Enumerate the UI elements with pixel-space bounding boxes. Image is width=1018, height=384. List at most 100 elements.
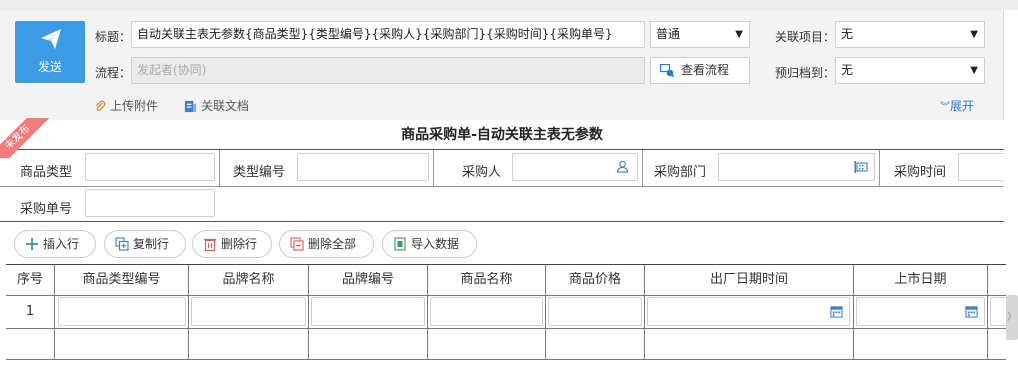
copy-icon <box>115 237 129 251</box>
table-cell-input[interactable] <box>430 297 543 326</box>
side-collapse-handle[interactable]: 〉 <box>1006 295 1018 340</box>
master-fields-row-2: 采购单号 <box>0 187 1004 222</box>
view-flow-label: 查看流程 <box>681 63 730 77</box>
calendar-icon[interactable] <box>830 305 843 318</box>
product-type-input[interactable] <box>85 153 215 181</box>
caret-down-icon: ▼ <box>970 29 978 40</box>
field-divider <box>642 150 643 187</box>
insert-row-button[interactable]: 插入行 <box>14 230 96 258</box>
priority-value: 普通 <box>656 27 681 41</box>
column-header: 品牌名称 <box>222 272 275 287</box>
purchase-dept-input[interactable] <box>718 153 875 181</box>
import-data-button[interactable]: 导入数据 <box>382 230 477 258</box>
trash-icon <box>204 238 216 251</box>
column-divider <box>188 265 189 360</box>
table-cell-input[interactable] <box>191 297 306 326</box>
chevron-right-icon: 〉 <box>1007 312 1017 323</box>
user-picker-icon[interactable] <box>616 160 629 173</box>
archive-value: 无 <box>841 63 854 77</box>
column-header: 上市日期 <box>894 272 947 287</box>
column-divider <box>54 265 55 360</box>
flow-chart-icon <box>660 64 674 77</box>
upload-label: 上传附件 <box>110 99 159 113</box>
table-cell-input[interactable] <box>990 297 1006 326</box>
purchase-no-input[interactable] <box>85 189 215 217</box>
column-divider <box>545 265 546 360</box>
column-divider <box>308 265 309 360</box>
table-cell-input[interactable] <box>311 297 425 326</box>
type-code-input[interactable] <box>297 153 429 181</box>
send-header: 发送 标题： 自动关联主表无参数{商品类型}{类型编号}{采购人}{采购部门}{… <box>0 10 1004 120</box>
purchase-no-label: 采购单号 <box>20 202 73 217</box>
datetime-input[interactable] <box>647 297 850 326</box>
paperclip-icon <box>95 100 106 112</box>
row-index: 1 <box>25 304 35 319</box>
flow-input[interactable]: 发起者(协同) <box>131 57 645 84</box>
import-data-label: 导入数据 <box>411 237 460 251</box>
double-chevron-down-icon: ︾ <box>940 102 950 113</box>
flow-label: 流程： <box>95 66 132 80</box>
archive-label: 预归档到： <box>775 66 836 80</box>
column-header: 出厂日期时间 <box>709 272 788 287</box>
department-picker-icon[interactable] <box>854 160 868 174</box>
expand-toggle[interactable]: ︾展开 <box>940 97 974 114</box>
row-divider <box>6 295 1006 296</box>
plus-icon <box>26 238 38 250</box>
column-header: 商品价格 <box>568 272 621 287</box>
delete-row-button[interactable]: 删除行 <box>192 230 272 258</box>
send-label: 发送 <box>37 60 62 74</box>
send-button[interactable]: 发送 <box>15 21 85 83</box>
field-divider <box>433 150 434 187</box>
document-icon <box>184 100 197 113</box>
caret-down-icon: ▼ <box>970 65 978 76</box>
upload-attachment-link[interactable]: 上传附件 <box>95 97 158 114</box>
purchase-time-input[interactable] <box>958 153 1004 181</box>
purchase-time-label: 采购时间 <box>894 165 947 180</box>
archive-select[interactable]: 无 ▼ <box>835 57 985 84</box>
related-document-link[interactable]: 关联文档 <box>184 97 249 114</box>
column-header: 商品类型编号 <box>82 272 161 287</box>
table-cell-input[interactable] <box>548 297 642 326</box>
column-divider <box>644 265 645 360</box>
field-divider <box>879 150 880 187</box>
form-title: 商品采购单-自动关联主表无参数 <box>0 120 1004 150</box>
master-fields-row-1: 商品类型 类型编号 采购人 采购部门 采购时间 <box>0 150 1004 187</box>
top-strip <box>0 0 1018 10</box>
purchaser-label: 采购人 <box>462 165 502 180</box>
related-project-select[interactable]: 无 ▼ <box>835 21 985 48</box>
column-header: 品牌编号 <box>341 272 394 287</box>
related-doc-label: 关联文档 <box>201 99 250 113</box>
column-header: 序号 <box>16 272 43 287</box>
expand-label: 展开 <box>950 99 975 113</box>
insert-row-label: 插入行 <box>43 237 80 251</box>
title-label: 标题： <box>95 30 132 44</box>
related-project-label: 关联项目： <box>775 30 836 44</box>
product-type-label: 商品类型 <box>20 165 73 180</box>
row-divider <box>6 359 1006 360</box>
import-icon <box>394 237 406 251</box>
table-cell-input[interactable] <box>58 297 186 326</box>
field-divider <box>219 150 220 187</box>
detail-table: 序号 商品类型编号 品牌名称 品牌编号 商品名称 商品价格 出厂日期时间 上市日… <box>6 264 1006 360</box>
type-code-label: 类型编号 <box>233 165 286 180</box>
column-divider <box>853 265 854 360</box>
purchaser-input[interactable] <box>512 153 638 181</box>
copy-row-button[interactable]: 复制行 <box>104 230 186 258</box>
priority-select[interactable]: 普通 ▼ <box>650 21 750 48</box>
delete-all-icon <box>290 237 304 251</box>
caret-down-icon: ▼ <box>735 29 743 40</box>
row-divider <box>6 328 1006 329</box>
date-input[interactable] <box>856 297 985 326</box>
calendar-icon[interactable] <box>965 305 978 318</box>
delete-row-label: 删除行 <box>221 237 258 251</box>
paper-plane-icon <box>41 29 61 49</box>
view-flow-button[interactable]: 查看流程 <box>650 57 750 84</box>
purchase-dept-label: 采购部门 <box>654 165 707 180</box>
copy-row-label: 复制行 <box>133 237 170 251</box>
related-project-value: 无 <box>841 27 854 41</box>
column-divider <box>987 265 988 360</box>
column-header: 商品名称 <box>460 272 513 287</box>
column-divider <box>427 265 428 360</box>
delete-all-button[interactable]: 删除全部 <box>279 230 374 258</box>
title-input[interactable]: 自动关联主表无参数{商品类型}{类型编号}{采购人}{采购部门}{采购时间}{采… <box>131 21 645 48</box>
